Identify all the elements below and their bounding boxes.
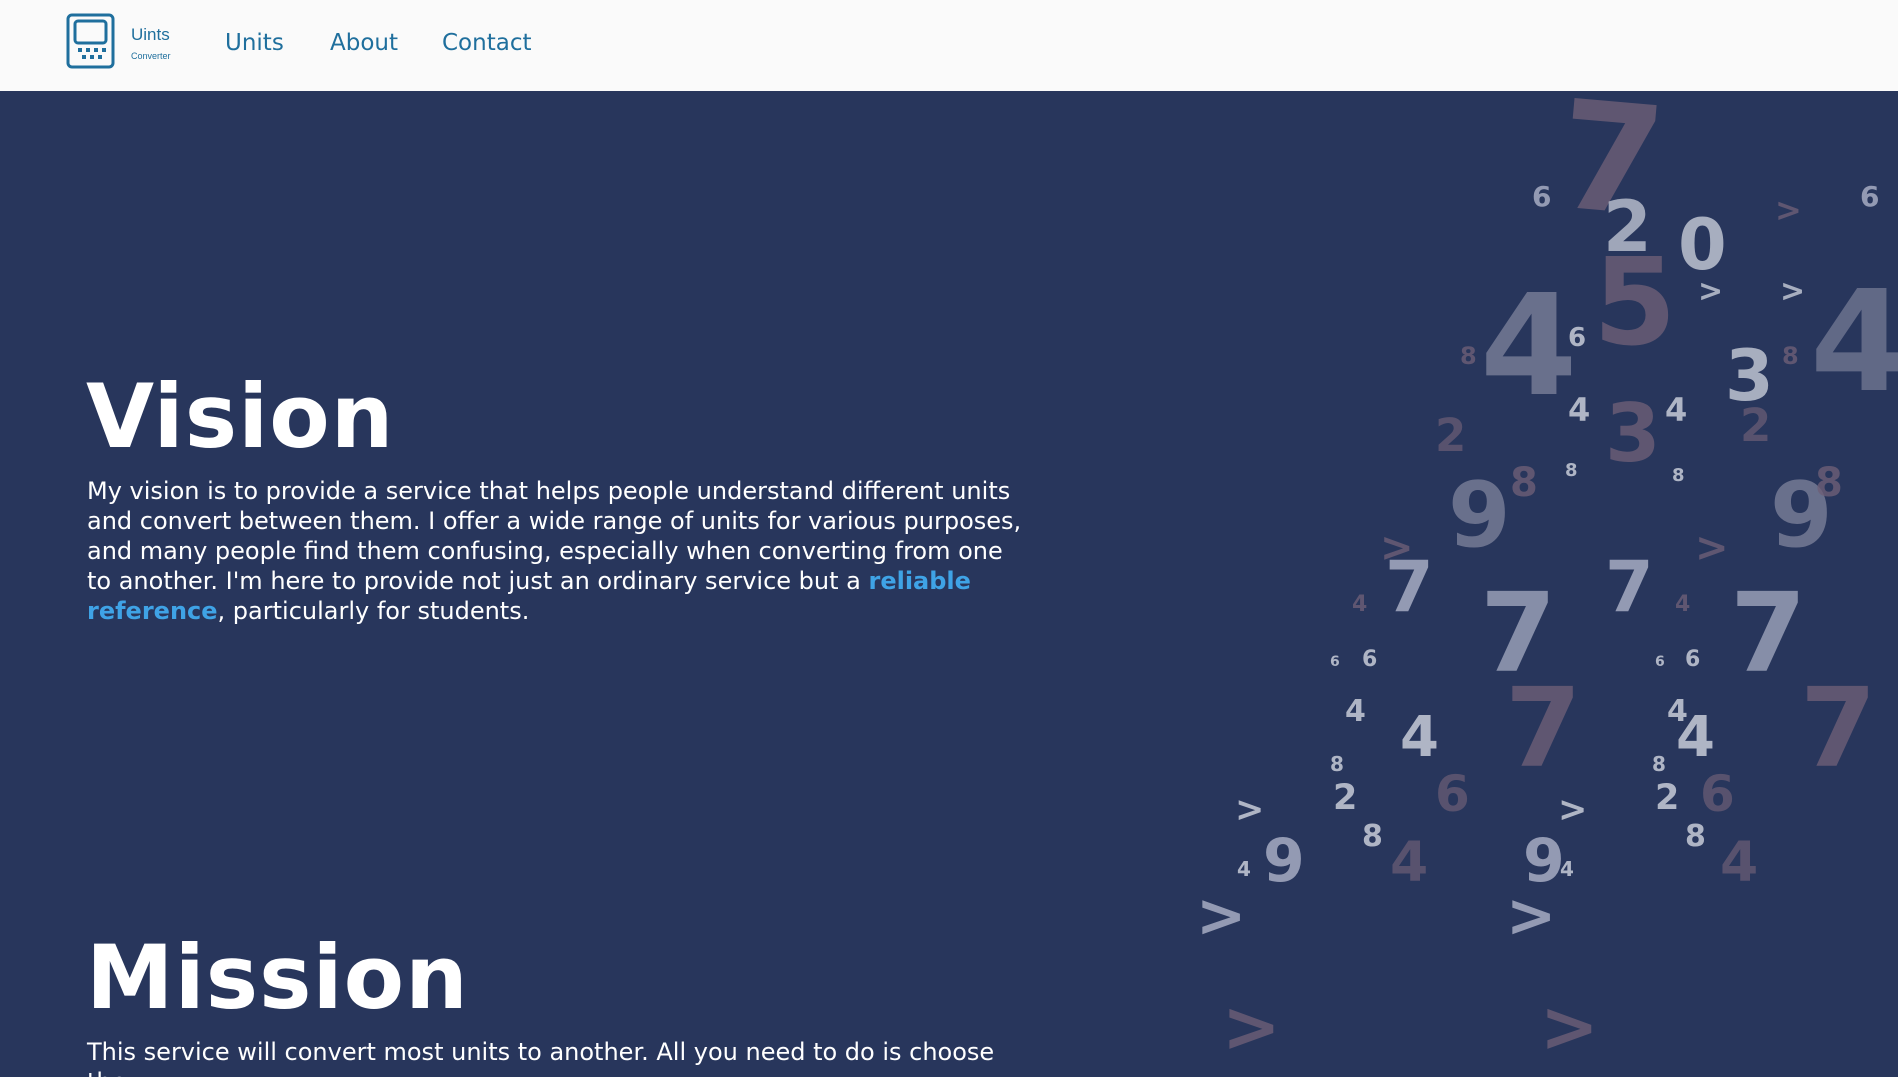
svg-text:8: 8 [1815,460,1843,506]
mission-paragraph: This service will convert most units to … [87,1038,995,1077]
svg-text:4: 4 [1560,857,1574,881]
main-content: Vision My vision is to provide a service… [0,91,1898,1077]
svg-text:8: 8 [1460,342,1477,370]
svg-text:4: 4 [1480,265,1577,428]
svg-text:8: 8 [1672,465,1685,486]
falling-digits-decoration: 7 2 0 4 5 4 3 3 9 9 7 7 7 7 4 4 7 7 6 6 … [1196,91,1898,1068]
svg-text:8: 8 [1362,819,1383,854]
svg-text:2: 2 [1740,399,1771,452]
svg-text:7: 7 [1605,546,1654,628]
svg-text:6: 6 [1532,180,1551,213]
svg-text:2: 2 [1333,778,1357,818]
svg-text:6: 6 [1568,323,1586,353]
svg-text:4: 4 [1352,592,1367,617]
mission-heading: Mission [86,926,469,1029]
vision-heading: Vision [86,365,395,468]
vision-paragraph: My vision is to provide a service that h… [87,476,1027,626]
svg-text:>: > [1695,525,1729,571]
svg-text:>: > [1235,790,1264,830]
svg-text:6: 6 [1655,654,1665,670]
svg-text:2: 2 [1435,409,1466,462]
svg-text:4: 4 [1665,391,1687,429]
svg-text:9: 9 [1263,826,1305,896]
svg-text:6: 6 [1685,647,1700,672]
logo-subtitle: Converter [131,51,171,61]
logo-link[interactable]: Uints Converter [63,12,178,72]
svg-text:>: > [1780,274,1805,309]
svg-text:8: 8 [1330,752,1344,776]
svg-text:4: 4 [1810,261,1898,424]
nav-link-contact[interactable]: Contact [442,30,531,56]
svg-text:>: > [1540,986,1599,1068]
svg-text:4: 4 [1667,694,1688,729]
logo-title: Uints [131,25,170,44]
svg-text:8: 8 [1782,342,1799,370]
svg-text:>: > [1196,881,1246,951]
svg-text:6: 6 [1330,654,1340,670]
svg-text:>: > [1380,525,1414,571]
svg-text:2: 2 [1655,778,1679,818]
svg-text:8: 8 [1565,460,1578,481]
svg-text:>: > [1222,986,1281,1068]
svg-text:>: > [1506,881,1556,951]
svg-text:6: 6 [1860,180,1879,213]
svg-text:5: 5 [1593,234,1677,373]
svg-text:4: 4 [1675,592,1690,617]
svg-text:8: 8 [1510,460,1538,506]
svg-text:6: 6 [1362,647,1377,672]
svg-text:6: 6 [1700,765,1735,823]
svg-text:4: 4 [1720,830,1758,894]
svg-text:>: > [1698,274,1723,309]
svg-text:4: 4 [1345,694,1366,729]
vision-text-end: , particularly for students. [217,597,530,625]
nav-link-about[interactable]: About [330,30,398,56]
svg-text:4: 4 [1568,391,1590,429]
svg-text:4: 4 [1400,705,1439,770]
svg-text:4: 4 [1390,830,1428,894]
svg-text:4: 4 [1237,857,1251,881]
svg-text:7: 7 [1730,569,1807,697]
svg-text:3: 3 [1605,387,1661,480]
svg-text:>: > [1775,191,1802,229]
svg-text:>: > [1558,790,1587,830]
svg-text:8: 8 [1685,819,1706,854]
svg-text:7: 7 [1505,664,1582,792]
svg-text:6: 6 [1435,765,1470,823]
computer-icon [66,13,115,69]
svg-text:8: 8 [1652,752,1666,776]
svg-text:9: 9 [1448,463,1511,568]
svg-text:7: 7 [1800,664,1877,792]
nav-link-units[interactable]: Units [225,30,284,56]
navbar: Uints Converter Units About Contact [0,0,1898,91]
